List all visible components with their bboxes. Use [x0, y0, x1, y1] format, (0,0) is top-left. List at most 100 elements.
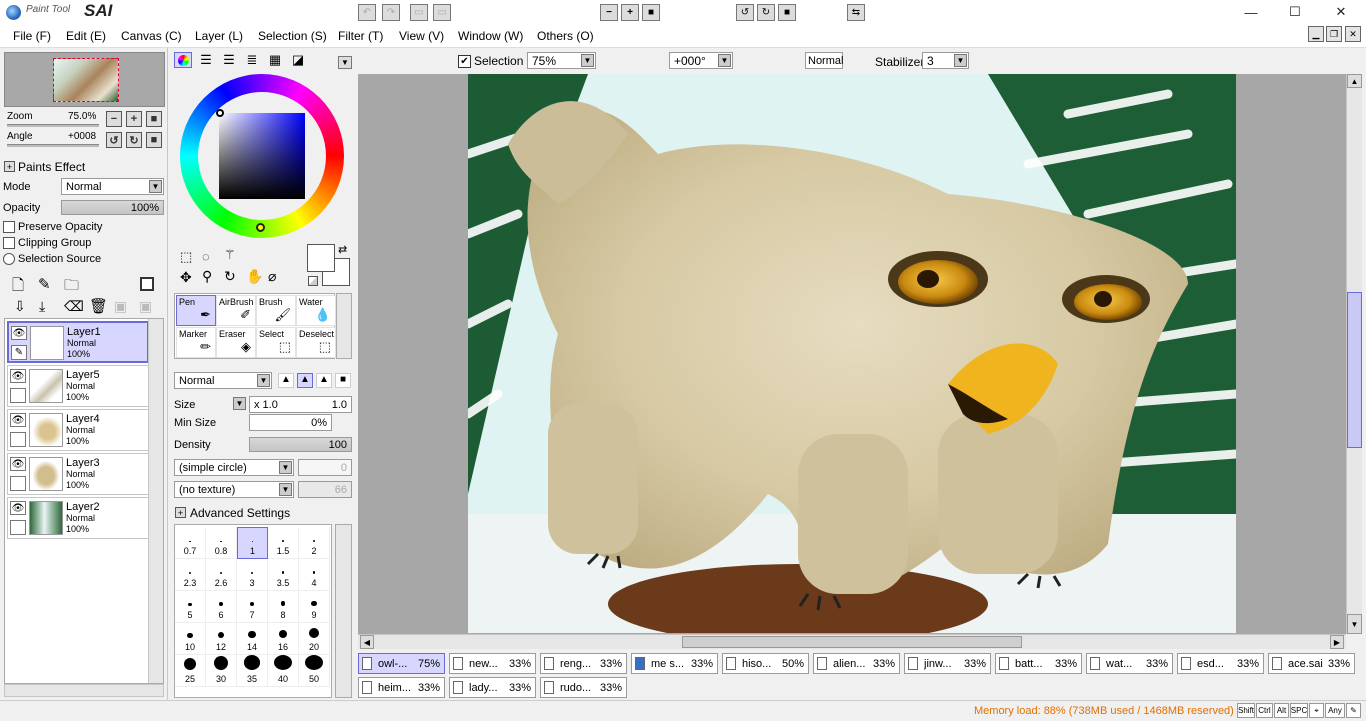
- navigator-preview[interactable]: [4, 52, 165, 107]
- deselect-button[interactable]: ▭: [410, 4, 428, 21]
- eyedropper-icon[interactable]: ⌀: [268, 268, 276, 285]
- brush-size-cell[interactable]: 40: [268, 655, 299, 687]
- brush-size-cell[interactable]: 25: [175, 655, 206, 687]
- stabilizer-select[interactable]: 3 ▼: [922, 52, 969, 69]
- brush-size-cell[interactable]: 8: [268, 591, 299, 623]
- document-tab[interactable]: heim... 33%: [358, 677, 445, 698]
- lasso-icon[interactable]: ◌: [202, 249, 210, 264]
- eye-icon[interactable]: 👁: [10, 457, 26, 471]
- tool-airbrush[interactable]: AirBrush ✐: [216, 295, 256, 326]
- brush-size-cell[interactable]: 4: [299, 559, 330, 591]
- edge-hard-icon[interactable]: ▲: [316, 373, 332, 388]
- layer-hscrollbar[interactable]: [4, 684, 164, 697]
- invert-selection-button[interactable]: ▭: [433, 4, 451, 21]
- angle-slider[interactable]: [7, 144, 99, 147]
- document-tab[interactable]: lady... 33%: [449, 677, 536, 698]
- advanced-settings-header[interactable]: Advanced Settings: [190, 506, 290, 520]
- menu-layer[interactable]: Layer (L): [195, 29, 243, 43]
- brush-size-cell[interactable]: 1.5: [268, 527, 299, 559]
- layer-mask-icon[interactable]: [140, 277, 154, 291]
- brush-size-cell[interactable]: 30: [206, 655, 237, 687]
- canvas-vscroll-thumb[interactable]: [1347, 292, 1362, 448]
- flip-view-button[interactable]: ⇆: [847, 4, 865, 21]
- panel-menu-chevron-icon[interactable]: ▼: [338, 56, 352, 69]
- document-tab[interactable]: new... 33%: [449, 653, 536, 674]
- eye-icon[interactable]: 👁: [10, 413, 26, 427]
- size-field[interactable]: x 1.0 1.0: [249, 396, 352, 413]
- clipping-group-checkbox[interactable]: Clipping Group: [3, 237, 91, 250]
- lock-toggle[interactable]: [10, 520, 26, 535]
- tool-marker[interactable]: Marker ✏: [176, 327, 216, 358]
- tool-pen[interactable]: Pen ✒: [176, 295, 216, 326]
- brush-size-cell[interactable]: 1: [237, 527, 268, 559]
- mdi-minimize-button[interactable]: ▁: [1308, 26, 1324, 42]
- rotate-reset-button[interactable]: ■: [146, 132, 162, 148]
- tool-water[interactable]: Water 💧: [296, 295, 336, 326]
- lock-toggle[interactable]: [10, 388, 26, 403]
- toolbar-zoom-in-button[interactable]: +: [621, 4, 639, 21]
- mdi-close-button[interactable]: ✕: [1345, 26, 1361, 42]
- sv-picker-handle[interactable]: [216, 109, 224, 117]
- document-tab[interactable]: alien... 33%: [813, 653, 900, 674]
- tool-brush[interactable]: Brush 🖌: [256, 295, 296, 326]
- zoom-icon[interactable]: ⚲: [202, 268, 212, 285]
- document-tab[interactable]: ace.sai 33%: [1268, 653, 1355, 674]
- transparent-color-icon[interactable]: [308, 276, 318, 286]
- brush-size-cell[interactable]: 50: [299, 655, 330, 687]
- menu-selection[interactable]: Selection (S): [258, 29, 327, 43]
- brush-size-cell[interactable]: 7: [237, 591, 268, 623]
- brush-texture-select[interactable]: (no texture) ▼: [174, 481, 294, 498]
- zoom-select[interactable]: 75% ▼: [527, 52, 596, 69]
- expand-icon[interactable]: +: [4, 161, 15, 172]
- brush-size-cell[interactable]: 10: [175, 623, 206, 655]
- eye-icon[interactable]: 👁: [10, 501, 26, 515]
- menu-others[interactable]: Others (O): [537, 29, 594, 43]
- toolbar-zoom-out-button[interactable]: −: [600, 4, 618, 21]
- scratchpad-tab-icon[interactable]: ◪: [289, 52, 307, 68]
- brush-size-cell[interactable]: 14: [237, 623, 268, 655]
- brush-size-cell[interactable]: 2: [299, 527, 330, 559]
- opacity-slider[interactable]: 100%: [61, 200, 164, 215]
- lock-toggle[interactable]: [10, 432, 26, 447]
- rect-select-icon[interactable]: ⬚: [180, 249, 192, 265]
- document-tab[interactable]: hiso... 50%: [722, 653, 809, 674]
- hue-picker-handle[interactable]: [256, 223, 265, 232]
- menu-canvas[interactable]: Canvas (C): [121, 29, 182, 43]
- tool-grid-scrollbar[interactable]: [336, 293, 352, 359]
- color-bar-tab-icon[interactable]: ≣: [243, 52, 261, 68]
- brush-size-cell[interactable]: 9: [299, 591, 330, 623]
- paints-effect-header[interactable]: Paints Effect: [18, 160, 85, 174]
- document-tab[interactable]: me s... 33%: [631, 653, 718, 674]
- swatches-tab-icon[interactable]: ▦: [266, 52, 284, 68]
- hand-icon[interactable]: ✋: [246, 268, 263, 285]
- layer-item[interactable]: 👁 Layer3 Normal 100%: [7, 453, 149, 495]
- tool-select[interactable]: Select ⬚: [256, 327, 296, 358]
- toolbar-rotate-left-button[interactable]: ↺: [736, 4, 754, 21]
- min-size-field[interactable]: 0%: [249, 414, 332, 431]
- layer-item[interactable]: 👁 Layer4 Normal 100%: [7, 409, 149, 451]
- document-tab[interactable]: esd... 33%: [1177, 653, 1264, 674]
- scroll-up-icon[interactable]: ▲: [1347, 74, 1362, 88]
- zoom-out-button[interactable]: −: [106, 111, 122, 127]
- brush-size-cell[interactable]: 0.8: [206, 527, 237, 559]
- document-tab[interactable]: reng... 33%: [540, 653, 627, 674]
- brush-size-cell[interactable]: 16: [268, 623, 299, 655]
- redo-button[interactable]: ↷: [382, 4, 400, 21]
- rotate-left-button[interactable]: ↺: [106, 132, 122, 148]
- toolbar-zoom-reset-button[interactable]: ■: [642, 4, 660, 21]
- brush-size-cell[interactable]: 35: [237, 655, 268, 687]
- layer-item[interactable]: 👁 Layer5 Normal 100%: [7, 365, 149, 407]
- lock-toggle[interactable]: [10, 476, 26, 491]
- brush-blend-select[interactable]: Normal ▼: [174, 372, 272, 389]
- canvas-hscrollbar[interactable]: ◀ ▶: [358, 634, 1346, 649]
- pen-icon[interactable]: ✎: [11, 345, 27, 360]
- document-tab[interactable]: jinw... 33%: [904, 653, 991, 674]
- document-tab[interactable]: batt... 33%: [995, 653, 1082, 674]
- zoom-in-button[interactable]: +: [126, 111, 142, 127]
- zoom-reset-button[interactable]: ■: [146, 111, 162, 127]
- selection-source-radio[interactable]: Selection Source: [3, 253, 101, 266]
- zoom-slider[interactable]: [7, 124, 99, 127]
- brush-size-cell[interactable]: 20: [299, 623, 330, 655]
- toolbar-rotate-right-button[interactable]: ↻: [757, 4, 775, 21]
- canvas-hscroll-thumb[interactable]: [682, 636, 1022, 648]
